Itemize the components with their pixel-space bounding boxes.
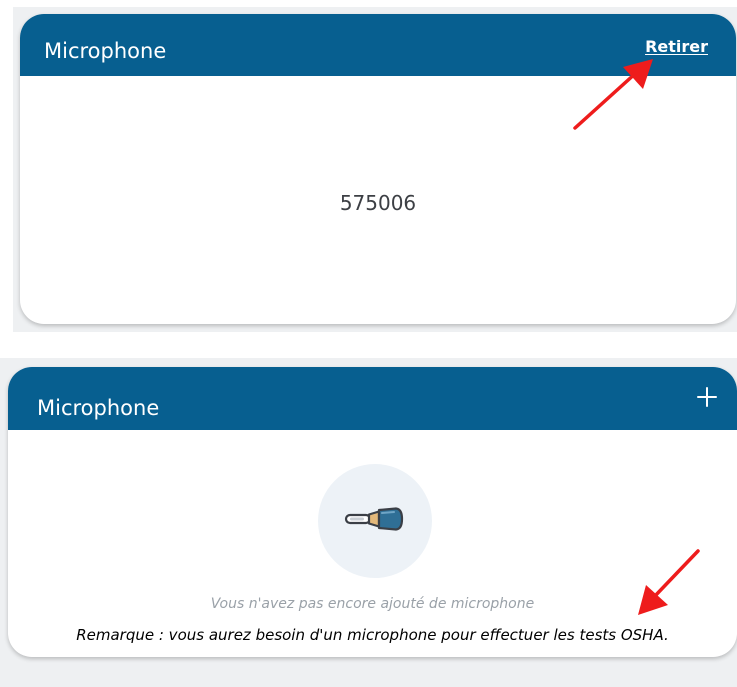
remove-microphone-link[interactable]: Retirer: [645, 37, 708, 57]
add-microphone-button[interactable]: [695, 385, 719, 409]
empty-state-illustration: [318, 464, 432, 578]
microphone-card-empty: Microphone Vous n'avez pas encore ajouté…: [8, 367, 737, 657]
screenshot-canvas: Microphone Retirer 575006 Microphone Vou…: [0, 0, 737, 687]
card-title: Microphone: [44, 39, 167, 63]
empty-state-message: Vous n'avez pas encore ajouté de microph…: [210, 596, 535, 612]
plus-icon: [697, 387, 717, 407]
card-header: Microphone Retirer: [20, 14, 736, 76]
microphone-icon: [344, 507, 404, 531]
microphone-card-saved: Microphone Retirer 575006: [20, 14, 736, 324]
card-header: Microphone: [8, 367, 737, 430]
microphone-id: 575006: [339, 191, 417, 215]
card-title: Microphone: [37, 396, 160, 420]
osha-note: Remarque : vous aurez besoin d'un microp…: [76, 626, 669, 644]
